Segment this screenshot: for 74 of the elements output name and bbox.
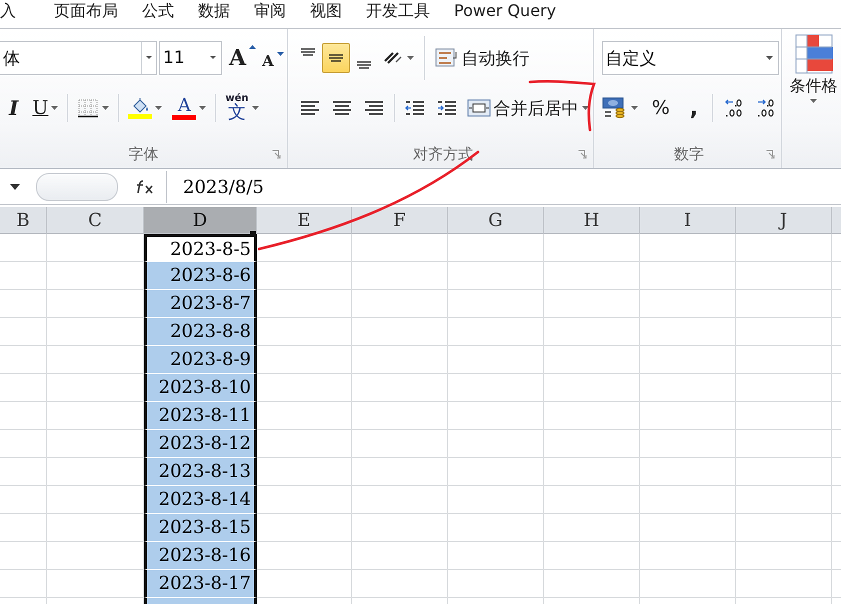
ribbon-tab[interactable]: 公式 bbox=[130, 0, 186, 22]
number-format-field[interactable]: 自定义 bbox=[602, 41, 779, 75]
merge-cells-icon bbox=[466, 99, 491, 117]
dialog-launcher-icon[interactable] bbox=[272, 150, 281, 159]
triangle-icon bbox=[249, 45, 256, 49]
font-size-field[interactable]: 11 bbox=[159, 41, 222, 75]
table-cell[interactable]: 2023-8-15 bbox=[144, 514, 257, 542]
column-header[interactable]: H bbox=[544, 207, 640, 234]
caret-icon bbox=[582, 106, 589, 110]
column-header[interactable]: I bbox=[640, 207, 736, 234]
align-icon bbox=[328, 54, 344, 62]
column-header[interactable]: J bbox=[736, 207, 832, 234]
table-cell[interactable]: 2023-8-6 bbox=[144, 262, 257, 290]
formula-input-field[interactable]: 2023/8/5 bbox=[166, 171, 841, 203]
column-header[interactable]: E bbox=[257, 207, 352, 234]
caret-icon bbox=[810, 99, 818, 103]
table-cell[interactable]: 2023-8-16 bbox=[144, 542, 257, 570]
ribbon-tab[interactable]: 页面布局 bbox=[42, 0, 130, 22]
percent-button[interactable]: % bbox=[642, 92, 680, 124]
group-label: 字体 bbox=[128, 144, 158, 164]
conditional-format-button[interactable]: 条件格 bbox=[786, 29, 841, 106]
table-cell[interactable]: 2023-8-12 bbox=[144, 430, 257, 458]
grow-font-button[interactable]: A bbox=[226, 44, 260, 72]
table-cell[interactable]: 2023-8-5 bbox=[144, 234, 257, 262]
align-icon bbox=[362, 99, 385, 117]
ribbon-tab[interactable]: 数据 bbox=[186, 0, 242, 22]
align-icon bbox=[300, 48, 316, 56]
merge-center-button[interactable]: 合并后居中 bbox=[462, 94, 593, 122]
table-cell[interactable]: 2023-8-17 bbox=[144, 570, 257, 598]
align-icon bbox=[298, 99, 321, 117]
ribbon-tab[interactable]: Power Query bbox=[442, 0, 568, 22]
table-grid-icon bbox=[794, 34, 833, 74]
column-header[interactable]: B bbox=[0, 207, 47, 234]
resize-handle[interactable] bbox=[36, 173, 118, 201]
wrap-text-icon bbox=[434, 48, 459, 68]
italic-button[interactable]: I bbox=[0, 92, 28, 124]
ribbon-tab[interactable]: 开发工具 bbox=[354, 0, 442, 22]
align-icon bbox=[356, 61, 372, 69]
caret-icon bbox=[766, 56, 773, 60]
ribbon-tab[interactable]: 入 bbox=[0, 0, 28, 22]
column-header[interactable]: D bbox=[144, 207, 257, 234]
fill-handle[interactable] bbox=[250, 231, 256, 237]
caret-icon bbox=[10, 184, 20, 190]
table-cell[interactable]: 2023-8-10 bbox=[144, 374, 257, 402]
group-label: 数字 bbox=[674, 144, 704, 164]
table-cell[interactable]: 2023-8-9 bbox=[144, 346, 257, 374]
column-header[interactable]: F bbox=[352, 207, 448, 234]
wrap-text-button[interactable]: 自动换行 bbox=[430, 44, 534, 72]
triangle-icon bbox=[276, 52, 284, 56]
middle-align-button[interactable] bbox=[322, 43, 350, 73]
indent-icon bbox=[404, 99, 426, 117]
table-cell[interactable]: 2023-8-11 bbox=[144, 402, 257, 430]
dialog-launcher-icon[interactable] bbox=[766, 150, 775, 159]
comma-button[interactable]: , bbox=[680, 92, 708, 124]
borders-icon bbox=[77, 98, 100, 118]
align-icon bbox=[330, 99, 353, 117]
indent-icon bbox=[436, 99, 458, 117]
table-cell[interactable] bbox=[144, 598, 257, 604]
dialog-launcher-icon[interactable] bbox=[578, 150, 587, 159]
ribbon-tab[interactable]: 审阅 bbox=[242, 0, 298, 22]
table-cell[interactable]: 2023-8-7 bbox=[144, 290, 257, 318]
shrink-font-button[interactable]: A bbox=[259, 51, 287, 71]
phonetic-button[interactable]: wén 文 bbox=[220, 92, 264, 124]
table-cell[interactable]: 2023-8-13 bbox=[144, 458, 257, 486]
font-name-field[interactable]: 体 bbox=[0, 41, 157, 75]
caret-icon bbox=[406, 56, 414, 60]
font-color-button[interactable]: A bbox=[167, 92, 212, 124]
table-cell[interactable]: 2023-8-14 bbox=[144, 486, 257, 514]
table-cell[interactable]: 2023-8-8 bbox=[144, 318, 257, 346]
underline-button[interactable]: U bbox=[27, 92, 64, 124]
column-header[interactable]: G bbox=[448, 207, 544, 234]
column-header[interactable]: C bbox=[47, 207, 144, 234]
ribbon-tab[interactable]: 视图 bbox=[298, 0, 354, 22]
caret-icon bbox=[210, 56, 216, 60]
